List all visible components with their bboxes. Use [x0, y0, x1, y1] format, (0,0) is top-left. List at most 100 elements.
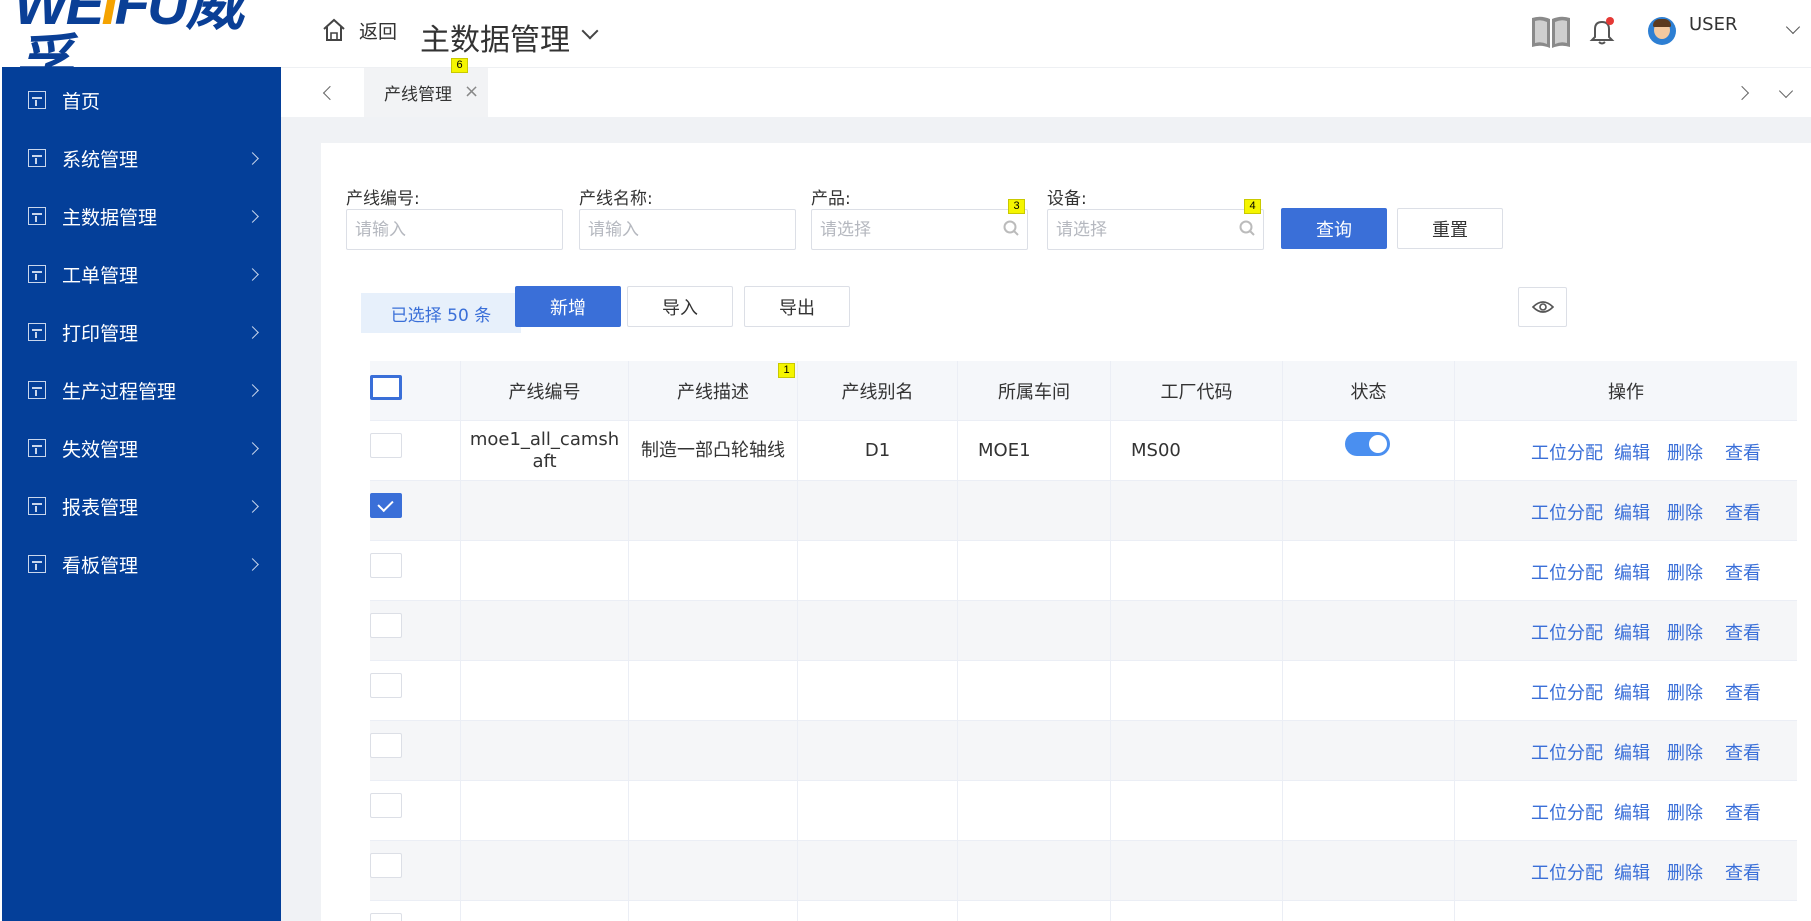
view-link[interactable]: 查看	[1725, 683, 1761, 705]
menu-module-icon	[28, 555, 46, 573]
view-link[interactable]: 查看	[1725, 563, 1761, 585]
product-input[interactable]	[812, 210, 1027, 249]
view-link[interactable]: 查看	[1725, 863, 1761, 885]
delete-link[interactable]: 删除	[1667, 683, 1703, 705]
chevron-down-icon[interactable]	[581, 22, 599, 40]
delete-link[interactable]: 删除	[1667, 863, 1703, 885]
row-checkbox[interactable]	[370, 433, 402, 458]
row-checkbox[interactable]	[370, 853, 402, 878]
delete-link[interactable]: 删除	[1667, 623, 1703, 645]
column-header[interactable]: 产线描述	[628, 361, 797, 421]
assign-station-link[interactable]: 工位分配	[1531, 443, 1603, 465]
user-avatar[interactable]	[1648, 17, 1676, 45]
edit-link[interactable]: 编辑	[1614, 683, 1650, 705]
column-header[interactable]: 工厂代码	[1110, 361, 1282, 421]
line-code-input[interactable]	[347, 210, 562, 249]
cell-status	[1282, 721, 1454, 781]
product-label: 产品:	[811, 189, 851, 209]
delete-link[interactable]: 删除	[1667, 563, 1703, 585]
row-checkbox[interactable]	[370, 613, 402, 638]
sidebar-item-2[interactable]: 主数据管理	[2, 196, 281, 236]
column-header[interactable]: 所属车间	[957, 361, 1110, 421]
edit-link[interactable]: 编辑	[1614, 443, 1650, 465]
device-label: 设备:	[1047, 189, 1087, 209]
edit-link[interactable]: 编辑	[1614, 503, 1650, 525]
assign-station-link[interactable]: 工位分配	[1531, 863, 1603, 885]
delete-link[interactable]: 删除	[1667, 743, 1703, 765]
import-button[interactable]: 导入	[627, 286, 733, 327]
sidebar-item-6[interactable]: 失效管理	[2, 428, 281, 468]
add-button[interactable]: 新增	[515, 286, 621, 327]
view-link[interactable]: 查看	[1725, 803, 1761, 825]
sidebar-item-4[interactable]: 打印管理	[2, 312, 281, 352]
reset-button[interactable]: 重置	[1397, 208, 1503, 249]
view-link[interactable]: 查看	[1725, 623, 1761, 645]
tab-scroll-right-icon[interactable]	[1734, 85, 1750, 101]
edit-link[interactable]: 编辑	[1614, 623, 1650, 645]
sidebar-item-7[interactable]: 报表管理	[2, 486, 281, 526]
app-root: WEIFU威孚 首页 系统管理 主数据管理 工单管理 打印管理 生产过程管理 失效管理 报表管…	[0, 0, 1811, 921]
sidebar-item-0[interactable]: 首页	[2, 80, 281, 120]
notification-bell-icon[interactable]	[1589, 16, 1615, 46]
column-header[interactable]: 操作	[1454, 361, 1797, 421]
tab-menu-chevron-icon[interactable]	[1778, 83, 1794, 99]
row-checkbox[interactable]	[370, 553, 402, 578]
sidebar-item-8[interactable]: 看板管理	[2, 544, 281, 584]
row-checkbox[interactable]	[370, 673, 402, 698]
edit-link[interactable]: 编辑	[1614, 563, 1650, 585]
row-checkbox[interactable]	[370, 493, 402, 518]
delete-link[interactable]: 删除	[1667, 803, 1703, 825]
assign-station-link[interactable]: 工位分配	[1531, 623, 1603, 645]
back-link[interactable]: 返回	[359, 17, 397, 44]
assign-station-link[interactable]: 工位分配	[1531, 683, 1603, 705]
delete-link[interactable]: 删除	[1667, 443, 1703, 465]
sidebar-item-label: 系统管理	[62, 148, 139, 171]
close-icon[interactable]: ×	[464, 81, 479, 102]
cell-status	[1282, 601, 1454, 661]
delete-link[interactable]: 删除	[1667, 503, 1703, 525]
column-header[interactable]: 状态	[1282, 361, 1454, 421]
column-visibility-button[interactable]	[1518, 287, 1567, 327]
assign-station-link[interactable]: 工位分配	[1531, 503, 1603, 525]
line-code-field[interactable]	[346, 209, 563, 250]
row-checkbox[interactable]	[370, 913, 402, 921]
user-name[interactable]: USER	[1689, 14, 1737, 35]
cell-status	[1282, 841, 1454, 901]
manual-book-icon[interactable]	[1530, 14, 1572, 50]
sidebar-item-1[interactable]: 系统管理	[2, 138, 281, 178]
status-toggle[interactable]	[1345, 432, 1390, 456]
selected-count-badge: 已选择 50 条	[361, 293, 521, 333]
column-header[interactable]: 产线别名	[797, 361, 957, 421]
line-name-input[interactable]	[580, 210, 795, 249]
product-select[interactable]: 3	[811, 199, 1028, 250]
row-checkbox[interactable]	[370, 733, 402, 758]
edit-link[interactable]: 编辑	[1614, 803, 1650, 825]
line-name-field[interactable]	[579, 209, 796, 250]
module-title[interactable]: 主数据管理	[420, 15, 570, 59]
export-button[interactable]: 导出	[744, 286, 850, 327]
tab-scroll-left-icon[interactable]	[322, 85, 338, 101]
assign-station-link[interactable]: 工位分配	[1531, 803, 1603, 825]
search-icon[interactable]	[1239, 220, 1255, 236]
query-button[interactable]: 查询	[1281, 208, 1387, 249]
view-link[interactable]: 查看	[1725, 743, 1761, 765]
tab-line-management[interactable]: 产线管理 × 6	[364, 58, 488, 117]
view-link[interactable]: 查看	[1725, 503, 1761, 525]
cell-status	[1282, 661, 1454, 721]
row-checkbox[interactable]	[370, 793, 402, 818]
sidebar-item-3[interactable]: 工单管理	[2, 254, 281, 294]
device-select[interactable]: 4	[1047, 199, 1264, 250]
search-icon[interactable]	[1003, 220, 1019, 236]
select-all-checkbox[interactable]	[370, 375, 402, 400]
view-link[interactable]: 查看	[1725, 443, 1761, 465]
cell-alias	[797, 841, 957, 901]
column-header[interactable]: 产线编号	[460, 361, 628, 421]
edit-link[interactable]: 编辑	[1614, 863, 1650, 885]
edit-link[interactable]: 编辑	[1614, 743, 1650, 765]
sidebar-item-5[interactable]: 生产过程管理	[2, 370, 281, 410]
device-input[interactable]	[1048, 210, 1263, 249]
assign-station-link[interactable]: 工位分配	[1531, 563, 1603, 585]
assign-station-link[interactable]: 工位分配	[1531, 743, 1603, 765]
home-icon[interactable]	[321, 17, 347, 43]
user-menu-chevron-icon[interactable]	[1785, 19, 1801, 35]
